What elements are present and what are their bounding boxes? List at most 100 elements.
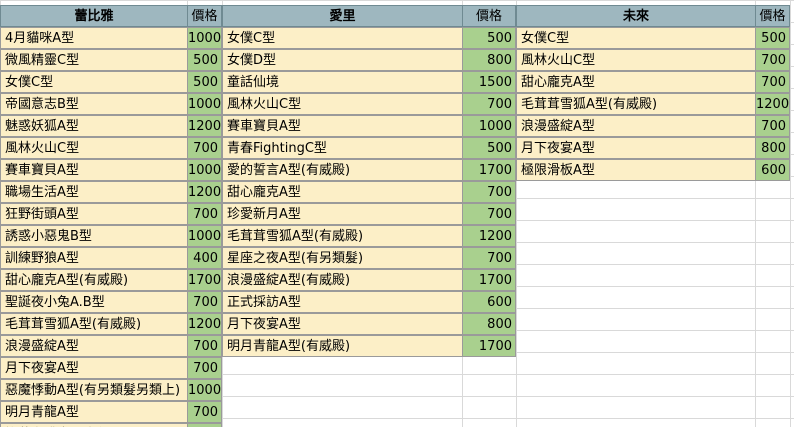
cell-price[interactable]: 700: [755, 71, 790, 93]
cell-price[interactable]: 700: [187, 335, 222, 357]
table-row: 愛的誓言A型(有威殿) 1700: [222, 159, 516, 181]
cell-price[interactable]: 700: [462, 247, 516, 269]
cell-name[interactable]: 換裝咖啡廳B型(無另類下): [0, 423, 188, 427]
cell-name[interactable]: 女僕C型: [0, 71, 188, 93]
cell-price[interactable]: 1700: [462, 269, 516, 291]
cell-name[interactable]: 女僕C型: [222, 27, 463, 49]
cell-price[interactable]: 500: [187, 49, 222, 71]
cell-name[interactable]: 惡魔悸動A型(有另類髮另類上): [0, 379, 188, 401]
cell-name[interactable]: 賽車寶貝A型: [0, 159, 188, 181]
cell-price[interactable]: 500: [462, 137, 516, 159]
cell-name[interactable]: 愛的誓言A型(有威殿): [222, 159, 463, 181]
table-row: 聖誕夜小兔A.B型 700: [0, 291, 222, 313]
cell-name[interactable]: 帝國意志B型: [0, 93, 188, 115]
table-row: 童話仙境 1500: [222, 71, 516, 93]
cell-name[interactable]: 珍愛新月A型: [222, 203, 463, 225]
cell-price[interactable]: 1200: [755, 93, 790, 115]
cell-name[interactable]: 4月貓咪A型: [0, 27, 188, 49]
cell-price[interactable]: 400: [187, 247, 222, 269]
column-header-price[interactable]: 價格: [755, 5, 790, 27]
table-row: 甜心龐克A型 700: [516, 71, 790, 93]
cell-name[interactable]: 風林火山C型: [516, 49, 756, 71]
cell-price[interactable]: 1200: [462, 225, 516, 247]
cell-name[interactable]: 毛茸茸雪狐A型(有威殿): [516, 93, 756, 115]
column-header-name[interactable]: 愛里: [222, 5, 463, 27]
cell-name[interactable]: 甜心龐克A型: [222, 181, 463, 203]
cell-price[interactable]: 1200: [187, 313, 222, 335]
cell-price[interactable]: 500: [462, 27, 516, 49]
cell-price[interactable]: 800: [462, 49, 516, 71]
cell-price[interactable]: 1200: [187, 181, 222, 203]
cell-name[interactable]: 誘惑小惡鬼B型: [0, 225, 188, 247]
column-header-price[interactable]: 價格: [462, 5, 516, 27]
cell-price[interactable]: 700: [462, 93, 516, 115]
cell-price[interactable]: 700: [187, 401, 222, 423]
cell-name[interactable]: 魅惑妖狐A型: [0, 115, 188, 137]
table-row: 浪漫盛綻A型 700: [516, 115, 790, 137]
cell-name[interactable]: 浪漫盛綻A型: [516, 115, 756, 137]
cell-name[interactable]: 毛茸茸雪狐A型(有威殿): [222, 225, 463, 247]
cell-price[interactable]: 1000: [462, 115, 516, 137]
cell-name[interactable]: 極限滑板A型: [516, 159, 756, 181]
cell-name[interactable]: 風林火山C型: [0, 137, 188, 159]
cell-name[interactable]: 毛茸茸雪狐A型(有威殿): [0, 313, 188, 335]
cell-price[interactable]: 1000: [187, 27, 222, 49]
cell-price[interactable]: 700: [755, 49, 790, 71]
cell-price[interactable]: 1500: [462, 71, 516, 93]
cell-price[interactable]: 700: [187, 291, 222, 313]
table-row: 月下夜宴A型 800: [222, 313, 516, 335]
cell-name[interactable]: 甜心龐克A型: [516, 71, 756, 93]
cell-price[interactable]: 600: [462, 291, 516, 313]
table-row: 職場生活A型 1200: [0, 181, 222, 203]
table-row: 魅惑妖狐A型 1200: [0, 115, 222, 137]
column-header-name[interactable]: 蕾比雅: [0, 5, 188, 27]
cell-price[interactable]: 1200: [187, 115, 222, 137]
cell-name[interactable]: 青春FightingC型: [222, 137, 463, 159]
cell-name[interactable]: 聖誕夜小兔A.B型: [0, 291, 188, 313]
cell-name[interactable]: 女僕C型: [516, 27, 756, 49]
cell-name[interactable]: 明月青龍A型: [0, 401, 188, 423]
cell-name[interactable]: 星座之夜A型(有另類髮): [222, 247, 463, 269]
cell-price[interactable]: 1000: [187, 159, 222, 181]
table-row: 女僕C型 500: [0, 71, 222, 93]
cell-name[interactable]: 月下夜宴A型: [222, 313, 463, 335]
cell-price[interactable]: 1700: [462, 159, 516, 181]
cell-price[interactable]: 700: [462, 203, 516, 225]
table-row: 甜心龐克A型(有威殿) 1700: [0, 269, 222, 291]
cell-price[interactable]: 700: [187, 203, 222, 225]
cell-price[interactable]: 1700: [187, 269, 222, 291]
cell-name[interactable]: 正式採訪A型: [222, 291, 463, 313]
cell-price[interactable]: 1000: [187, 225, 222, 247]
cell-name[interactable]: 女僕D型: [222, 49, 463, 71]
cell-name[interactable]: 浪漫盛綻A型: [0, 335, 188, 357]
cell-price[interactable]: 700: [755, 115, 790, 137]
cell-name[interactable]: 職場生活A型: [0, 181, 188, 203]
cell-price[interactable]: 500: [187, 71, 222, 93]
cell-name[interactable]: 明月青龍A型(有威殿): [222, 335, 463, 357]
cell-name[interactable]: 風林火山C型: [222, 93, 463, 115]
cell-price[interactable]: 1000: [187, 379, 222, 401]
cell-price[interactable]: 600: [755, 159, 790, 181]
cell-price[interactable]: 700: [462, 181, 516, 203]
cell-name[interactable]: 月下夜宴A型: [516, 137, 756, 159]
cell-price[interactable]: 1700: [462, 335, 516, 357]
cell-price[interactable]: 1000: [187, 93, 222, 115]
cell-price[interactable]: 800: [755, 137, 790, 159]
cell-price[interactable]: 1000: [187, 423, 222, 427]
cell-price[interactable]: 500: [755, 27, 790, 49]
cell-name[interactable]: 訓練野狼A型: [0, 247, 188, 269]
cell-name[interactable]: 童話仙境: [222, 71, 463, 93]
cell-name[interactable]: 浪漫盛綻A型(有威殿): [222, 269, 463, 291]
cell-price[interactable]: 700: [187, 137, 222, 159]
column-header-name[interactable]: 未來: [516, 5, 756, 27]
cell-price[interactable]: 800: [462, 313, 516, 335]
table-row: 帝國意志B型 1000: [0, 93, 222, 115]
cell-name[interactable]: 狂野街頭A型: [0, 203, 188, 225]
cell-name[interactable]: 甜心龐克A型(有威殿): [0, 269, 188, 291]
cell-price[interactable]: 700: [187, 357, 222, 379]
table-row: 浪漫盛綻A型 700: [0, 335, 222, 357]
cell-name[interactable]: 賽車寶貝A型: [222, 115, 463, 137]
cell-name[interactable]: 月下夜宴A型: [0, 357, 188, 379]
column-header-price[interactable]: 價格: [187, 5, 222, 27]
cell-name[interactable]: 微風精靈C型: [0, 49, 188, 71]
